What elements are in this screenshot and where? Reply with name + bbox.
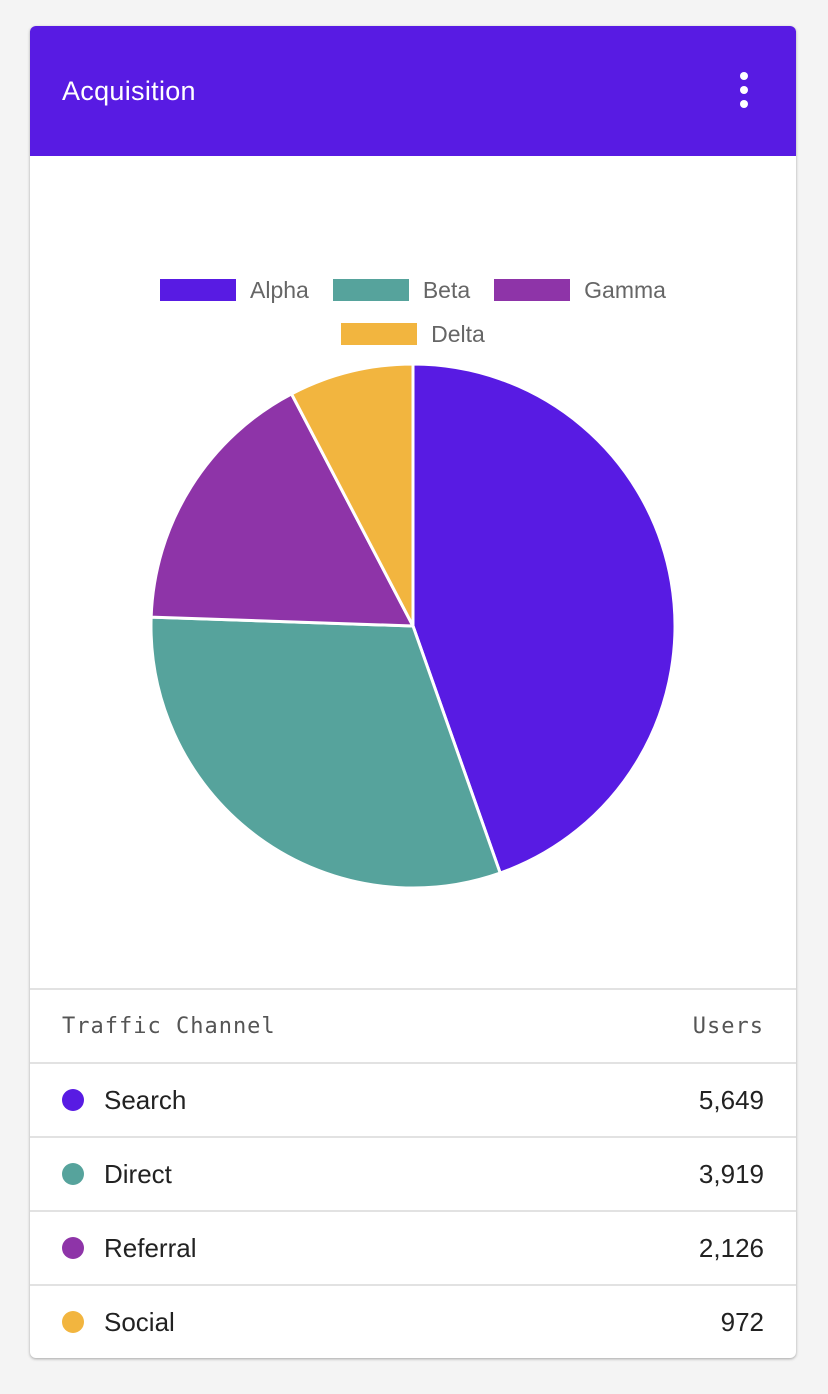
table-row[interactable]: Social 972: [30, 1286, 796, 1358]
channel-color-dot: [62, 1089, 84, 1111]
channel-name: Direct: [104, 1158, 172, 1189]
legend-swatch: [332, 279, 409, 301]
legend-item-beta[interactable]: Beta: [332, 276, 471, 304]
channel-color-dot: [62, 1163, 84, 1185]
chart-area: Alpha Beta Gamma Delta: [30, 156, 796, 988]
channel-color-dot: [62, 1311, 84, 1333]
legend-label: Gamma: [584, 276, 666, 303]
legend-item-alpha[interactable]: Alpha: [160, 277, 309, 304]
legend-row: Alpha Beta Gamma: [30, 268, 796, 312]
channel-cell: Referral: [62, 1233, 196, 1264]
channel-name: Referral: [104, 1232, 197, 1263]
channel-cell: Search: [62, 1085, 186, 1116]
legend-item-gamma[interactable]: Gamma: [494, 277, 666, 304]
chart-legend: Alpha Beta Gamma Delta: [30, 268, 796, 356]
card-title: Acquisition: [62, 76, 196, 106]
channel-color-dot: [62, 1237, 84, 1259]
legend-label: Beta: [422, 276, 471, 303]
legend-label: Delta: [431, 320, 485, 347]
table-header: Traffic Channel Users: [30, 990, 796, 1064]
legend-row: Delta: [30, 312, 796, 356]
table-row[interactable]: Referral 2,126: [30, 1212, 796, 1286]
legend-swatch: [341, 323, 418, 345]
channel-name: Social: [104, 1306, 175, 1337]
channel-cell: Direct: [62, 1159, 172, 1190]
card-header: Acquisition: [30, 26, 796, 156]
table-row[interactable]: Direct 3,919: [30, 1138, 796, 1212]
users-value: 3,919: [698, 1158, 764, 1189]
more-options-button[interactable]: [736, 70, 752, 110]
traffic-table: Traffic Channel Users Search 5,649 Direc…: [30, 988, 796, 1358]
acquisition-card: Acquisition Alpha Beta Gamma Delta Traff…: [30, 26, 796, 1358]
legend-swatch: [160, 279, 237, 301]
column-header-users: Users: [692, 1013, 764, 1039]
channel-cell: Social: [62, 1307, 175, 1338]
channel-name: Search: [104, 1084, 187, 1115]
legend-swatch: [494, 279, 571, 301]
legend-label: Alpha: [250, 276, 309, 303]
users-value: 2,126: [698, 1232, 764, 1263]
table-row[interactable]: Search 5,649: [30, 1064, 796, 1138]
users-value: 972: [720, 1306, 764, 1337]
users-value: 5,649: [698, 1084, 764, 1115]
legend-item-delta[interactable]: Delta: [341, 321, 485, 348]
column-header-channel: Traffic Channel: [62, 1013, 276, 1039]
more-vert-icon: [740, 72, 748, 108]
